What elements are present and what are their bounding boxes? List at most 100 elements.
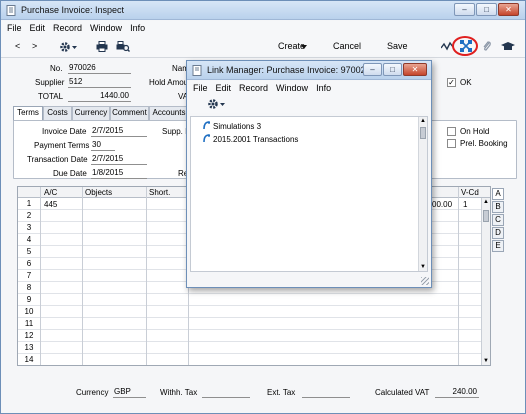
currency-field[interactable]: GBP — [113, 387, 146, 398]
maximize-button[interactable]: □ — [383, 63, 402, 76]
link-list-item[interactable]: Simulations 3 — [203, 121, 261, 131]
link-manager-titlebar[interactable]: Link Manager: Purchase Invoice: 970026 –… — [187, 61, 431, 80]
on-hold-label: On Hold — [460, 127, 490, 136]
calculated-vat-label: Calculated VAT — [375, 388, 430, 397]
link-icon — [203, 121, 210, 130]
previous-record-button[interactable]: < — [15, 41, 20, 52]
withholding-tax-label: Withh. Tax — [160, 388, 198, 397]
supplier-field[interactable]: 512 — [68, 77, 131, 88]
maximize-button[interactable]: □ — [476, 3, 497, 16]
tab-currency[interactable]: Currency — [72, 106, 110, 120]
print-preview-icon[interactable] — [116, 41, 130, 52]
calculated-vat-field: 240.00 — [435, 387, 479, 398]
transaction-date-field[interactable]: 2/7/2015 — [91, 154, 147, 165]
tab-terms[interactable]: Terms — [13, 106, 43, 121]
supp-invoice-label: Supp. I — [162, 127, 188, 136]
menu-file[interactable]: File — [187, 81, 212, 95]
gear-icon[interactable] — [59, 41, 79, 53]
row1-vcd-cell[interactable]: 1 — [463, 199, 467, 210]
menu-record[interactable]: Record — [49, 21, 86, 35]
supplier-label: Supplier — [35, 78, 65, 87]
invoice-number-field[interactable]: 970026 — [68, 63, 131, 74]
resize-grip-icon[interactable] — [421, 277, 429, 285]
menu-info[interactable]: Info — [126, 21, 149, 35]
row1-amount-cell[interactable]: 00.00 — [432, 199, 452, 210]
scroll-down-arrow[interactable]: ▼ — [420, 264, 426, 270]
menu-record[interactable]: Record — [235, 81, 272, 95]
scroll-up-arrow[interactable]: ▲ — [420, 118, 426, 124]
row-number: 11 — [24, 319, 34, 328]
scroll-up-arrow[interactable]: ▲ — [483, 199, 489, 205]
row1-ac-cell[interactable]: 445 — [44, 199, 57, 210]
table-row[interactable]: 12 — [18, 330, 490, 342]
prel-booking-checkbox[interactable] — [447, 139, 456, 148]
link-list-item[interactable]: 2015.2001 Transactions — [203, 134, 298, 144]
table-row[interactable]: 14 — [18, 354, 490, 365]
column-divider — [458, 187, 459, 365]
gear-icon[interactable] — [207, 98, 227, 110]
tab-e[interactable]: E — [492, 240, 504, 252]
menu-info[interactable]: Info — [312, 81, 335, 95]
link-list-scrollbar[interactable]: ▲ ▼ — [418, 117, 427, 271]
menu-window[interactable]: Window — [272, 81, 312, 95]
link-item-label: 2015.2001 Transactions — [213, 135, 299, 144]
link-manager-window: Link Manager: Purchase Invoice: 970026 –… — [186, 60, 432, 288]
link-item-label: Simulations 3 — [213, 122, 262, 131]
minimize-button[interactable]: – — [454, 3, 475, 16]
due-date-field[interactable]: 1/8/2015 — [91, 168, 147, 179]
save-button[interactable]: Save — [387, 41, 408, 52]
grid-scrollbar[interactable]: ▲ ▼ — [481, 198, 490, 365]
column-divider — [40, 187, 41, 365]
table-row[interactable]: 9 — [18, 294, 490, 306]
row-number: 7 — [26, 271, 32, 280]
column-divider — [82, 187, 83, 365]
main-window-title: Purchase Invoice: Inspect — [21, 5, 125, 15]
tab-comment[interactable]: Comment — [110, 106, 149, 120]
no-label: No. — [50, 64, 63, 73]
hold-amount-label: Hold Amou — [149, 78, 189, 87]
next-record-button[interactable]: > — [32, 41, 37, 52]
close-button[interactable]: ✕ — [403, 63, 427, 76]
withholding-tax-field — [202, 387, 250, 398]
scroll-down-arrow[interactable]: ▼ — [483, 358, 489, 364]
scroll-thumb[interactable] — [483, 210, 489, 222]
graduation-cap-icon[interactable] — [501, 41, 515, 52]
cancel-button[interactable]: Cancel — [333, 41, 361, 52]
table-row[interactable]: 10 — [18, 306, 490, 318]
document-icon — [6, 5, 16, 16]
tab-b[interactable]: B — [492, 201, 504, 213]
menu-edit[interactable]: Edit — [212, 81, 236, 95]
due-date-label: Due Date — [53, 169, 87, 178]
total-field: 1440.00 — [68, 91, 131, 102]
document-icon — [192, 65, 202, 76]
main-titlebar[interactable]: Purchase Invoice: Inspect – □ ✕ — [1, 1, 525, 20]
row-number: 14 — [24, 355, 34, 364]
tab-costs[interactable]: Costs — [43, 106, 72, 120]
menu-file[interactable]: File — [1, 21, 26, 35]
tab-c[interactable]: C — [492, 214, 504, 226]
attachment-icon[interactable] — [482, 40, 492, 52]
tab-accounts[interactable]: Accounts — [149, 106, 189, 120]
main-toolbar: < > Create Cancel Save — [1, 35, 525, 58]
row-number: 1 — [26, 199, 32, 208]
link-manager-menubar: File Edit Record Window Info — [187, 81, 431, 95]
table-row[interactable]: 11 — [18, 318, 490, 330]
minimize-button[interactable]: – — [363, 63, 382, 76]
tab-a[interactable]: A — [492, 188, 504, 200]
table-row[interactable]: 13 — [18, 342, 490, 354]
column-header-short: Short. — [149, 188, 171, 197]
link-list: Simulations 3 2015.2001 Transactions ▲ ▼ — [190, 116, 428, 272]
close-button[interactable]: ✕ — [498, 3, 519, 16]
column-header-ac: A/C — [44, 188, 58, 197]
menu-edit[interactable]: Edit — [26, 21, 50, 35]
ok-checkbox[interactable]: ✓ — [447, 78, 456, 87]
tab-d[interactable]: D — [492, 227, 504, 239]
payment-terms-field[interactable]: 30 — [91, 140, 115, 151]
printer-icon[interactable] — [96, 41, 108, 52]
scroll-thumb[interactable] — [420, 127, 426, 139]
on-hold-checkbox[interactable] — [447, 127, 456, 136]
transaction-date-label: Transaction Date — [27, 155, 88, 164]
row-number: 5 — [26, 247, 32, 256]
menu-window[interactable]: Window — [86, 21, 126, 35]
invoice-date-field[interactable]: 2/7/2015 — [91, 126, 147, 137]
